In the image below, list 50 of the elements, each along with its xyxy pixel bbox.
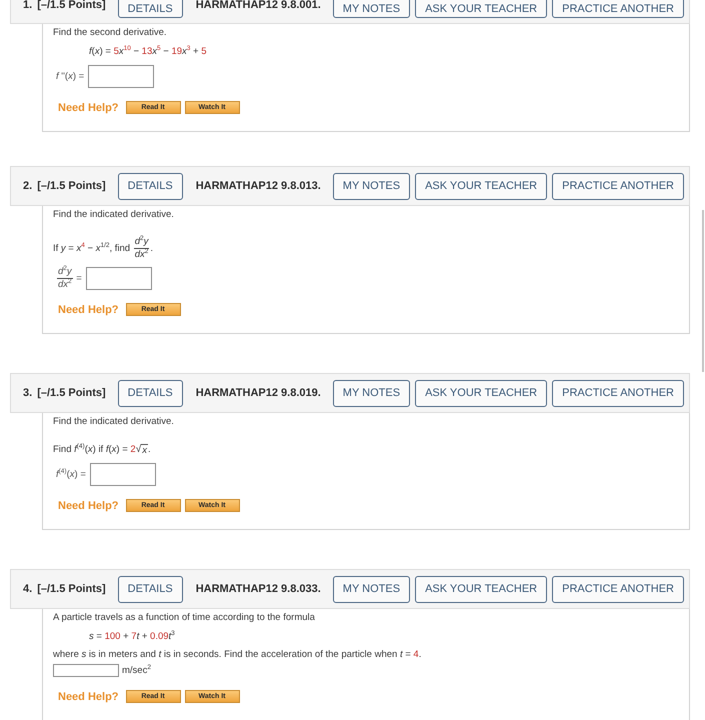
points-label: [–/1.5 Points]	[37, 180, 106, 192]
question-text: Find the indicated derivative.	[53, 416, 175, 428]
scrollbar-thumb[interactable]	[702, 210, 704, 372]
header-button[interactable]: MY NOTES	[332, 172, 410, 200]
question-number: 2.	[23, 180, 32, 192]
need-help-label: Need Help?	[58, 102, 119, 114]
question-text: Find the indicated derivative.	[53, 209, 175, 221]
question-code: HARMATHAP12 9.8.013.	[196, 180, 321, 192]
header-button[interactable]: ASK YOUR TEACHER	[415, 380, 548, 406]
header-button[interactable]: PRACTICE ANOTHER	[552, 576, 684, 602]
question-code: HARMATHAP12 9.8.033.	[196, 584, 321, 594]
answer-label: f ''(x) =	[55, 70, 84, 82]
answer-label: d$^{2}$y dx$^{2}$ =	[56, 267, 82, 290]
answer-field[interactable]	[86, 267, 152, 290]
details-button[interactable]: DETAILS	[118, 0, 183, 18]
details-button[interactable]: DETAILS	[118, 380, 183, 406]
question-number: 1.	[23, 0, 32, 11]
need-help-label: Need Help?	[58, 500, 119, 512]
question-code: HARMATHAP12 9.8.019.	[196, 388, 321, 398]
header-button[interactable]: ASK YOUR TEACHER	[415, 576, 548, 602]
unit-label: m/sec$^{2}$	[122, 664, 151, 676]
header-button[interactable]: MY NOTES	[332, 380, 410, 406]
question-text: Find f$^{(4)}$(x) if f(x) = 2√x.	[53, 444, 152, 456]
header-button[interactable]: PRACTICE ANOTHER	[552, 380, 684, 406]
header-button[interactable]: ASK YOUR TEACHER	[415, 0, 548, 18]
question-text: where s is in meters and t is in seconds. Find the acceleration of the particle when t = 4.	[53, 649, 422, 661]
question-text: A particle travels as a function of time according to the formula	[53, 612, 316, 624]
points-label: [–/1.5 Points]	[37, 584, 106, 594]
formula: f(x) = 5x$^{10}$ − 13x$^{5}$ − 19x$^{3}$ + 5	[88, 46, 208, 58]
question-text: Find the second derivative.	[53, 27, 168, 39]
question-number: 3.	[23, 388, 32, 398]
need-help-label: Need Help?	[58, 690, 119, 702]
question-code: HARMATHAP12 9.8.001.	[196, 0, 321, 11]
header-button[interactable]: MY NOTES	[332, 576, 410, 602]
answer-field[interactable]	[53, 664, 119, 677]
points-label: [–/1.5 Points]	[37, 0, 106, 11]
question-number: 4.	[23, 584, 32, 594]
header-button[interactable]: MY NOTES	[332, 0, 410, 18]
need-help-label: Need Help?	[58, 304, 119, 316]
answer-field[interactable]	[90, 463, 156, 486]
header-button[interactable]: ASK YOUR TEACHER	[415, 172, 548, 200]
question-text: If y = x$^{4}$ − x$^{1/2}$, find d$^{2}$y dx$^{2}$ .	[53, 237, 154, 260]
header-button[interactable]: PRACTICE ANOTHER	[552, 0, 684, 18]
answer-label: f$^{(4)}$(x) =	[55, 468, 86, 480]
formula: s = 100 + 7t + 0.09t$^{3}$	[88, 631, 176, 643]
details-button[interactable]: DETAILS	[118, 172, 183, 200]
answer-field[interactable]	[88, 65, 154, 88]
points-label: [–/1.5 Points]	[37, 388, 106, 398]
header-button[interactable]: PRACTICE ANOTHER	[552, 172, 684, 200]
details-button[interactable]: DETAILS	[118, 576, 183, 602]
